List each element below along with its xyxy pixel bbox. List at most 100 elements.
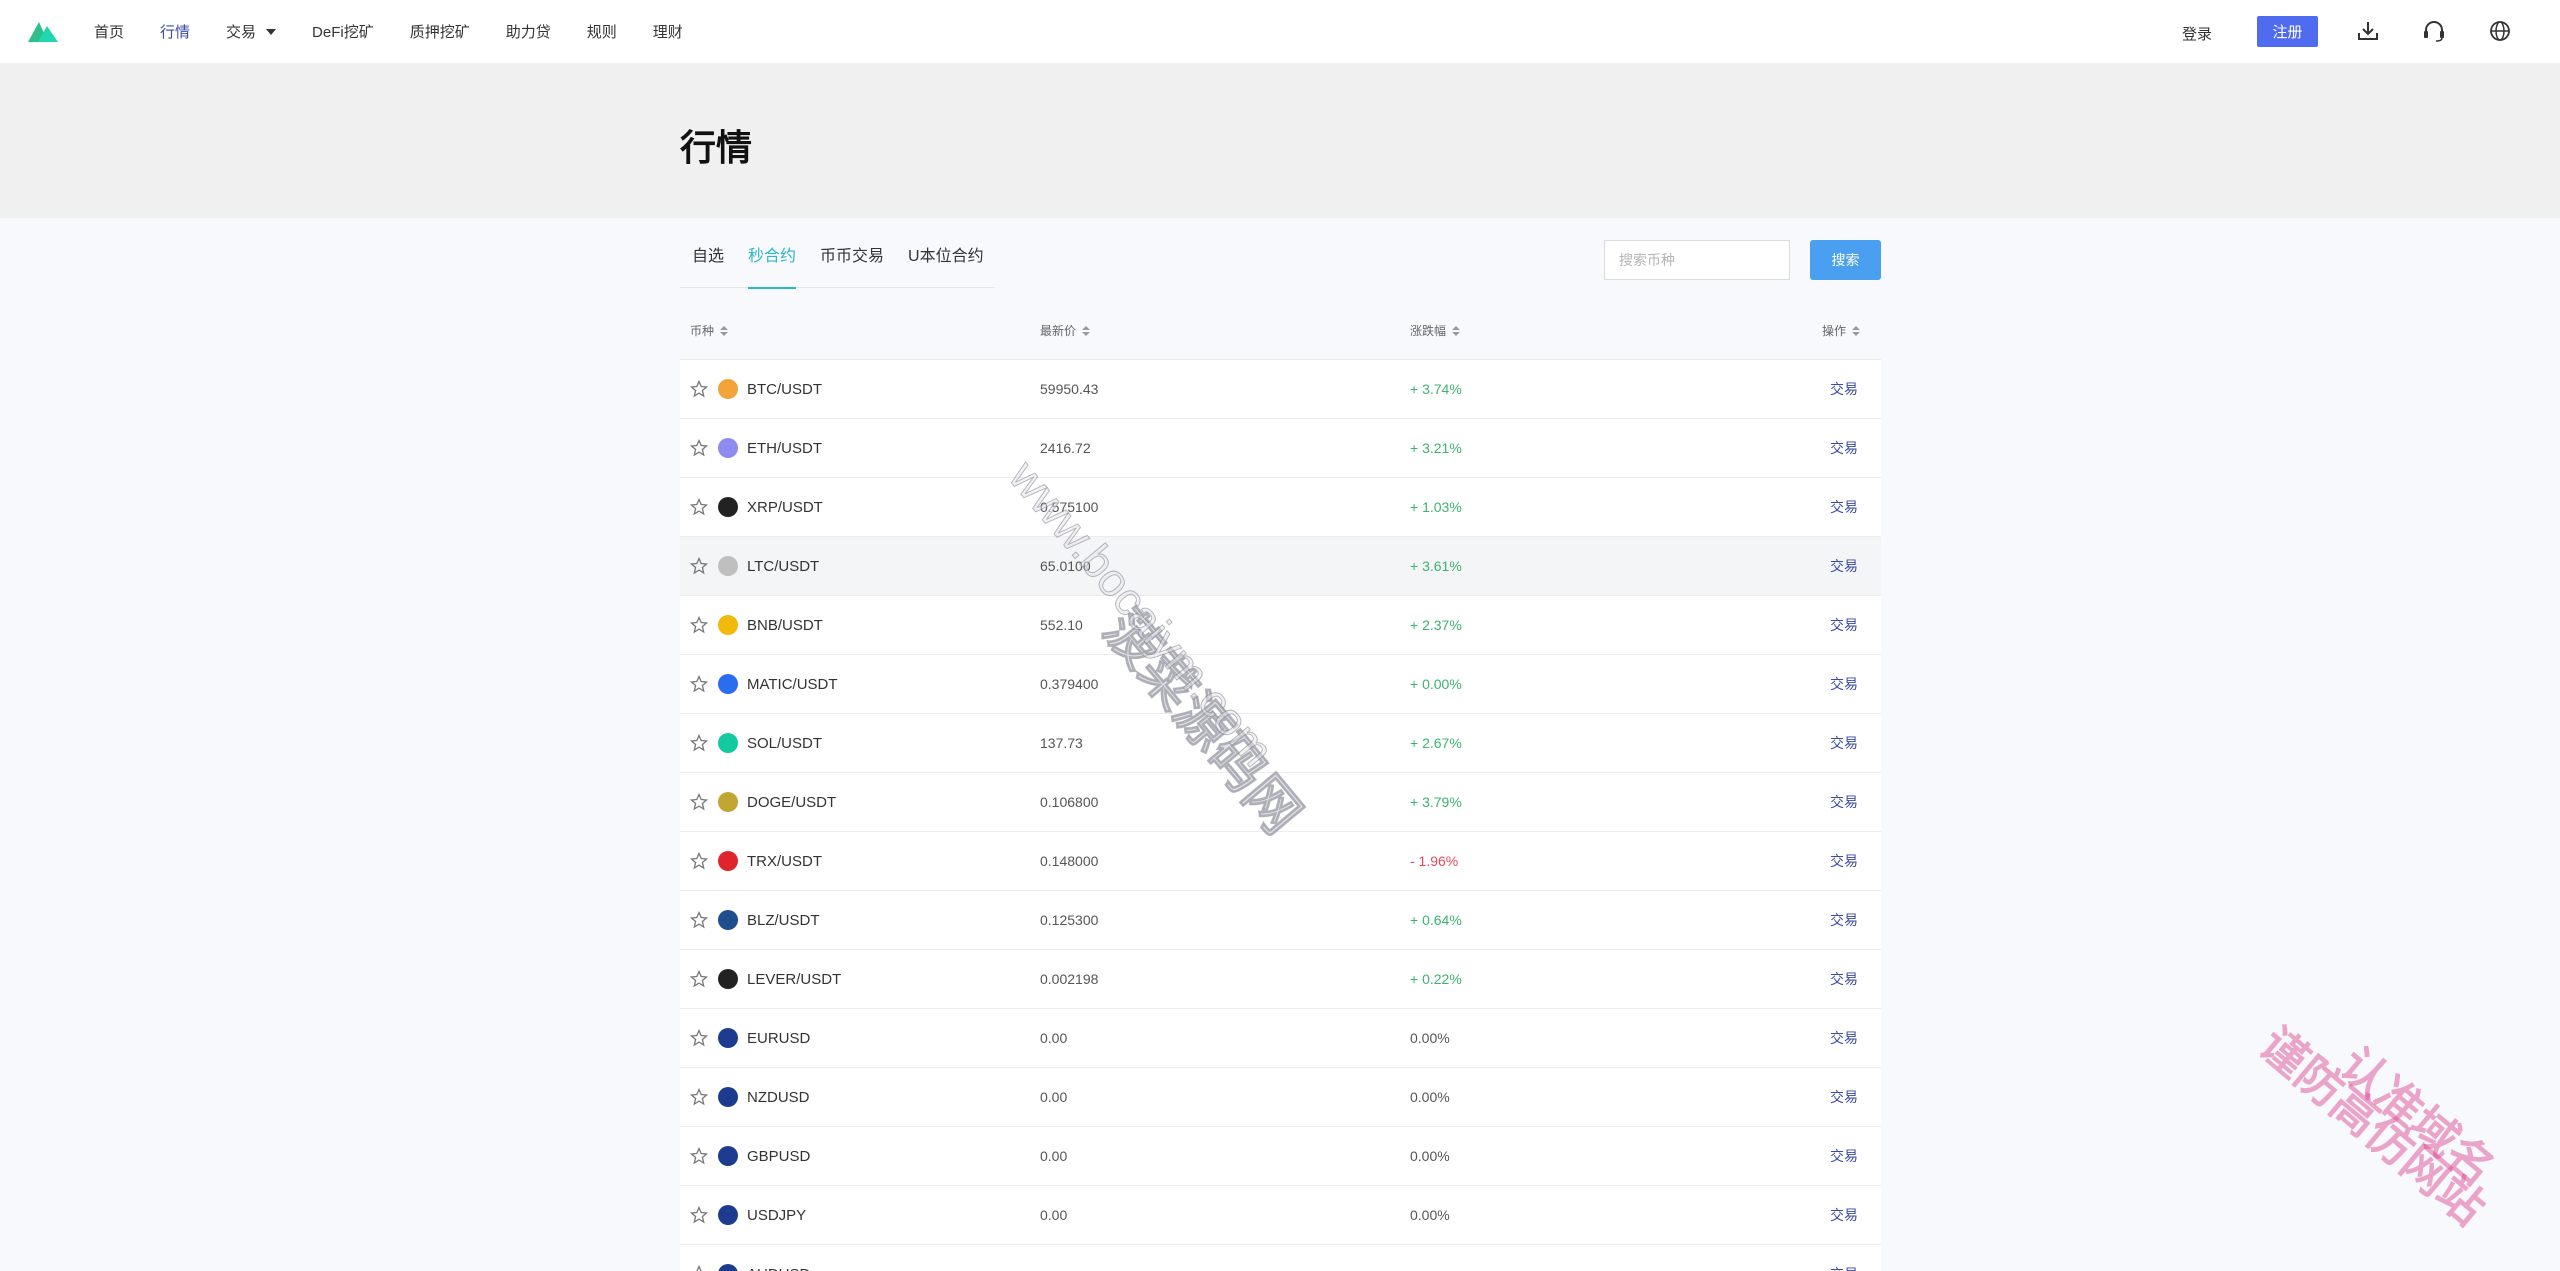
trade-link[interactable]: 交易 <box>1830 1186 1858 1244</box>
star-icon[interactable] <box>690 439 708 457</box>
nav-staking[interactable]: 质押挖矿 <box>410 21 470 42</box>
star-icon[interactable] <box>690 970 708 988</box>
trade-link[interactable]: 交易 <box>1830 950 1858 1008</box>
header-price[interactable]: 最新价 <box>1040 322 1091 339</box>
table-row[interactable]: NZDUSD 0.00 0.00% 交易 <box>680 1068 1881 1127</box>
nav-label: 助力贷 <box>505 24 551 41</box>
header-label: 币种 <box>690 324 715 338</box>
top-header: 首页 行情 交易 DeFi挖矿 质押挖矿 助力贷 规则 理财 登录 注册 <box>0 0 2560 63</box>
trade-link[interactable]: 交易 <box>1830 891 1858 949</box>
tab-favorites[interactable]: 自选 <box>692 218 724 288</box>
table-row[interactable]: BNB/USDT 552.10 + 2.37% 交易 <box>680 596 1881 655</box>
header-coin[interactable]: 币种 <box>690 322 729 339</box>
au-flag-icon <box>718 1264 738 1271</box>
star-icon[interactable] <box>690 852 708 870</box>
tab-second-contract[interactable]: 秒合约 <box>748 218 797 289</box>
trade-link[interactable]: 交易 <box>1830 1245 1858 1271</box>
trade-link[interactable]: 交易 <box>1830 1127 1858 1185</box>
table-row[interactable]: SOL/USDT 137.73 + 2.67% 交易 <box>680 714 1881 773</box>
pair-name: BNB/USDT <box>747 616 823 634</box>
nav-home[interactable]: 首页 <box>94 21 124 42</box>
nav-defi-mining[interactable]: DeFi挖矿 <box>312 21 374 42</box>
trade-link[interactable]: 交易 <box>1830 655 1858 713</box>
uk-flag-icon <box>718 1146 738 1166</box>
xrp-icon <box>718 497 738 517</box>
star-icon[interactable] <box>690 734 708 752</box>
star-icon[interactable] <box>690 1147 708 1165</box>
register-button[interactable]: 注册 <box>2257 16 2318 47</box>
pair-name: LEVER/USDT <box>747 970 842 988</box>
table-row[interactable]: BTC/USDT 59950.43 + 3.74% 交易 <box>680 360 1881 419</box>
table-row[interactable]: ETH/USDT 2416.72 + 3.21% 交易 <box>680 419 1881 478</box>
search-button[interactable]: 搜索 <box>1810 240 1881 280</box>
latest-price: 0.106800 <box>1040 794 1099 810</box>
table-row[interactable]: LEVER/USDT 0.002198 + 0.22% 交易 <box>680 950 1881 1009</box>
table-row[interactable]: DOGE/USDT 0.106800 + 3.79% 交易 <box>680 773 1881 832</box>
table-row[interactable]: XRP/USDT 0.575100 + 1.03% 交易 <box>680 478 1881 537</box>
search-input[interactable] <box>1604 240 1790 280</box>
table-row[interactable]: AUDUSD 交易 <box>680 1245 1881 1271</box>
sort-icon <box>1452 325 1461 336</box>
price-change: + 0.64% <box>1410 912 1462 928</box>
header-label: 涨跌幅 <box>1410 324 1447 338</box>
table-row[interactable]: EURUSD 0.00 0.00% 交易 <box>680 1009 1881 1068</box>
star-icon[interactable] <box>690 675 708 693</box>
pair-name: GBPUSD <box>747 1147 811 1165</box>
trade-link[interactable]: 交易 <box>1830 419 1858 477</box>
star-icon[interactable] <box>690 1265 708 1271</box>
table-row[interactable]: LTC/USDT 65.0100 + 3.61% 交易 <box>680 537 1881 596</box>
eu-flag-icon <box>718 1028 738 1048</box>
star-icon[interactable] <box>690 1206 708 1224</box>
trade-link[interactable]: 交易 <box>1830 1009 1858 1067</box>
table-row[interactable]: BLZ/USDT 0.125300 + 0.64% 交易 <box>680 891 1881 950</box>
table-row[interactable]: USDJPY 0.00 0.00% 交易 <box>680 1186 1881 1245</box>
trade-link[interactable]: 交易 <box>1830 714 1858 772</box>
pair-name: XRP/USDT <box>747 498 823 516</box>
page-title: 行情 <box>680 127 753 168</box>
page-banner: 行情 <box>0 63 2560 218</box>
header-action[interactable]: 操作 <box>1822 322 1861 339</box>
globe-icon[interactable] <box>2486 17 2514 45</box>
table-row[interactable]: TRX/USDT 0.148000 - 1.96% 交易 <box>680 832 1881 891</box>
nav-loan[interactable]: 助力贷 <box>506 21 551 42</box>
pair-name: LTC/USDT <box>747 557 820 575</box>
price-change: + 1.03% <box>1410 499 1462 515</box>
trade-link[interactable]: 交易 <box>1830 832 1858 890</box>
header-label: 最新价 <box>1040 324 1077 338</box>
nav-rules[interactable]: 规则 <box>587 21 617 42</box>
trade-link[interactable]: 交易 <box>1830 537 1858 595</box>
star-icon[interactable] <box>690 380 708 398</box>
nav-finance[interactable]: 理财 <box>653 21 683 42</box>
pair-name: AUDUSD <box>747 1245 810 1271</box>
trade-link[interactable]: 交易 <box>1830 773 1858 831</box>
header-label: 操作 <box>1822 324 1847 338</box>
download-icon[interactable] <box>2354 17 2382 45</box>
nav-market[interactable]: 行情 <box>160 21 190 42</box>
sort-icon <box>1852 325 1861 336</box>
trade-link[interactable]: 交易 <box>1830 360 1858 418</box>
star-icon[interactable] <box>690 1029 708 1047</box>
table-body: BTC/USDT 59950.43 + 3.74% 交易 ETH/USDT 2416.72… <box>680 360 1881 1271</box>
star-icon[interactable] <box>690 911 708 929</box>
tab-spot[interactable]: 币币交易 <box>820 218 884 288</box>
headset-icon[interactable] <box>2420 17 2448 45</box>
star-icon[interactable] <box>690 1088 708 1106</box>
trade-link[interactable]: 交易 <box>1830 478 1858 536</box>
star-icon[interactable] <box>690 498 708 516</box>
price-change: + 3.74% <box>1410 381 1462 397</box>
table-row[interactable]: MATIC/USDT 0.379400 + 0.00% 交易 <box>680 655 1881 714</box>
table-row[interactable]: GBPUSD 0.00 0.00% 交易 <box>680 1127 1881 1186</box>
star-icon[interactable] <box>690 793 708 811</box>
star-icon[interactable] <box>690 616 708 634</box>
trade-link[interactable]: 交易 <box>1830 596 1858 654</box>
pair-name: ETH/USDT <box>747 439 822 457</box>
trade-link[interactable]: 交易 <box>1830 1068 1858 1126</box>
tab-usdt-contract[interactable]: U本位合约 <box>908 218 984 288</box>
login-link[interactable]: 登录 <box>2182 23 2212 44</box>
star-icon[interactable] <box>690 557 708 575</box>
nav-trade[interactable]: 交易 <box>226 21 277 42</box>
logo-icon[interactable] <box>28 20 58 42</box>
header-change[interactable]: 涨跌幅 <box>1410 322 1461 339</box>
latest-price: 0.00 <box>1040 1148 1068 1164</box>
latest-price: 0.002198 <box>1040 971 1099 987</box>
